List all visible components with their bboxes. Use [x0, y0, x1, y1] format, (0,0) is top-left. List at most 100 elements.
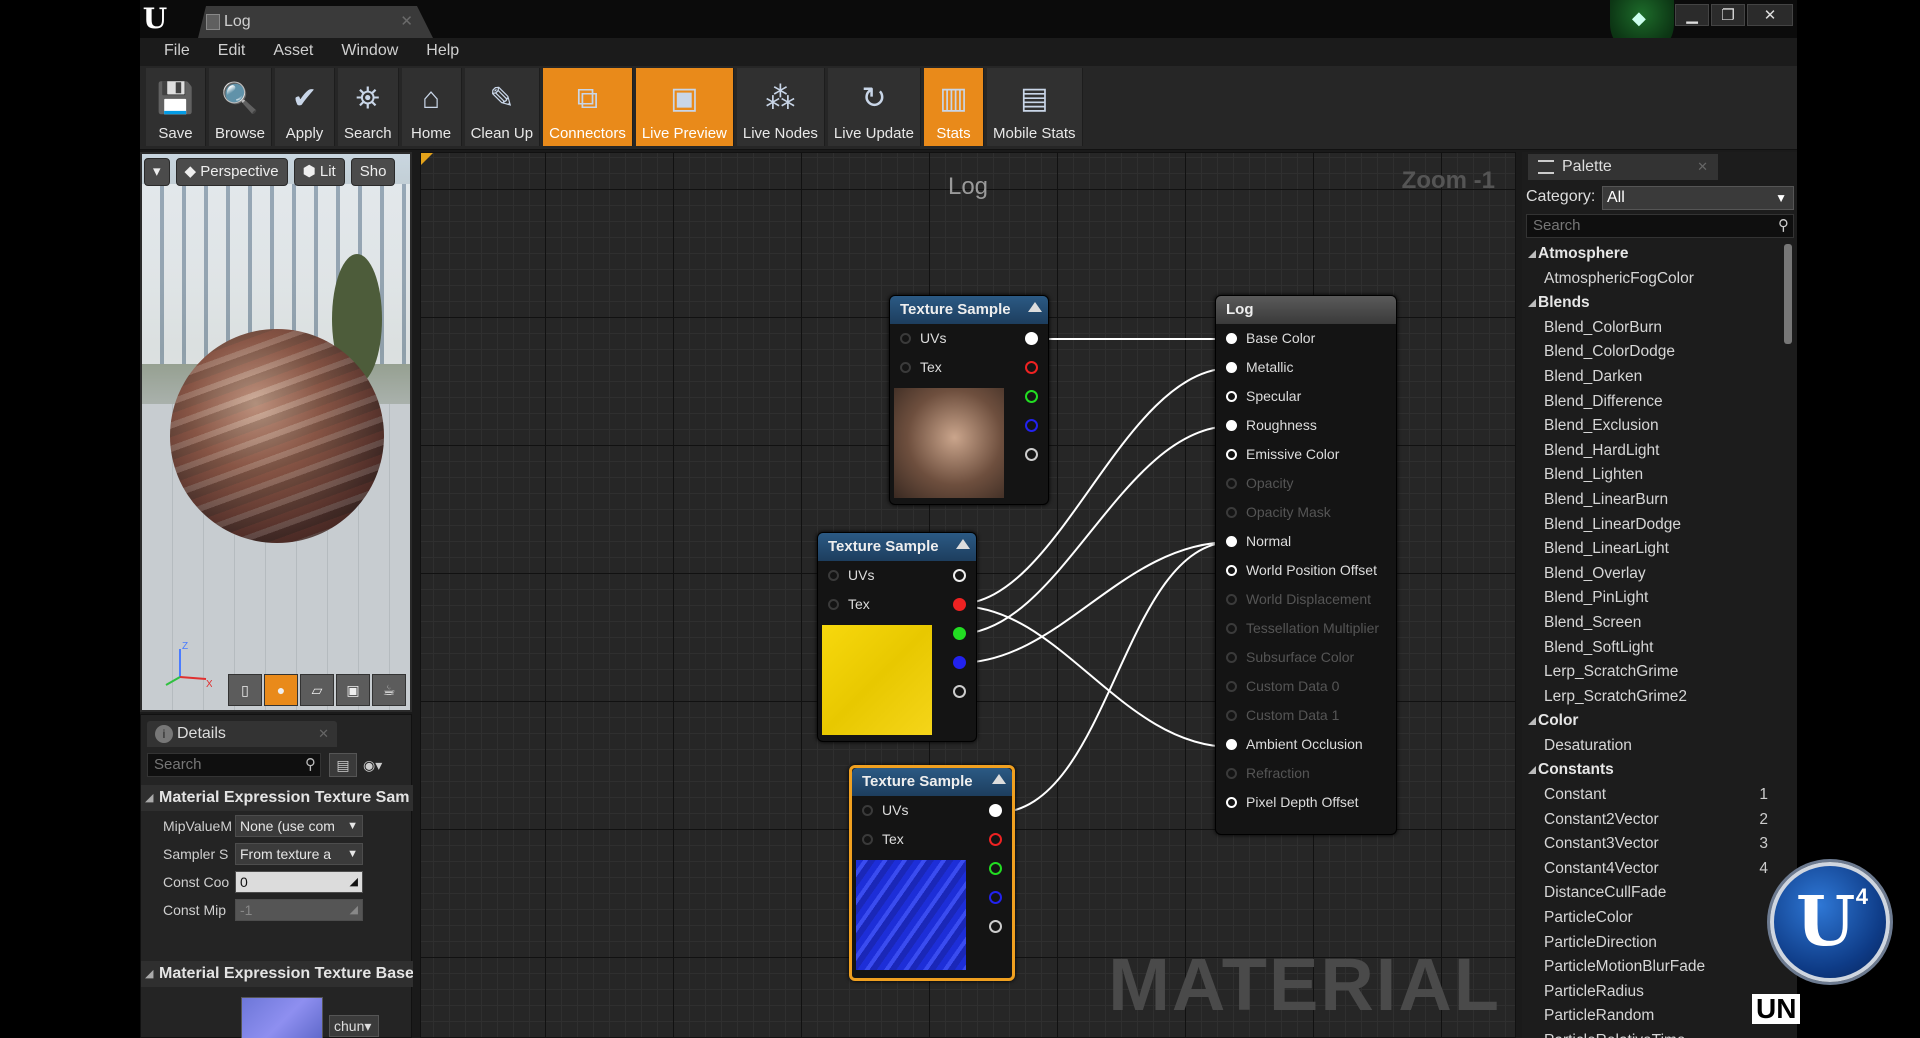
- palette-item[interactable]: Blend_Screen: [1526, 611, 1778, 636]
- palette-item[interactable]: AtmosphericFogColor: [1526, 267, 1778, 292]
- palette-item[interactable]: Constant3Vector 3: [1526, 832, 1778, 857]
- palette-item[interactable]: Blend_SoftLight: [1526, 636, 1778, 661]
- sampler-source-dropdown[interactable]: From texture a ▼: [235, 843, 363, 865]
- input-pin-uvs[interactable]: UVs: [890, 324, 1048, 353]
- input-pin-uvs[interactable]: UVs: [818, 561, 976, 590]
- output-a-pin[interactable]: [1025, 448, 1038, 461]
- texture-thumbnail[interactable]: [241, 997, 323, 1038]
- output-b-pin[interactable]: [1025, 419, 1038, 432]
- palette-item[interactable]: Blend_HardLight: [1526, 439, 1778, 464]
- palette-category[interactable]: Blends: [1526, 291, 1778, 316]
- palette-item[interactable]: Lerp_ScratchGrime: [1526, 660, 1778, 685]
- texture-sample-node-selected[interactable]: Texture Sample UVs Tex: [849, 765, 1015, 981]
- menu-edit[interactable]: Edit: [204, 38, 260, 66]
- output-r-pin[interactable]: [953, 598, 966, 611]
- result-input-metallic[interactable]: Metallic: [1216, 353, 1396, 382]
- toolbar-apply-button[interactable]: ✔ Apply: [275, 68, 336, 146]
- result-input-normal[interactable]: Normal: [1216, 527, 1396, 556]
- section-header-texture-sample[interactable]: ◢ Material Expression Texture Sam: [141, 785, 413, 811]
- palette-item[interactable]: Blend_LinearDodge: [1526, 513, 1778, 538]
- palette-category[interactable]: Atmosphere: [1526, 242, 1778, 267]
- input-pin-tex[interactable]: Tex: [818, 590, 976, 619]
- output-r-pin[interactable]: [1025, 361, 1038, 374]
- result-input-base-color[interactable]: Base Color: [1216, 324, 1396, 353]
- palette-item[interactable]: ParticleRelativeTime: [1526, 1029, 1778, 1038]
- toolbar-clean-up-button[interactable]: ✎ Clean Up: [464, 68, 541, 146]
- palette-item[interactable]: DistanceCullFade: [1526, 881, 1778, 906]
- palette-item[interactable]: ParticleDirection: [1526, 931, 1778, 956]
- cube-preview-button[interactable]: ▣: [336, 674, 370, 706]
- input-pin-tex[interactable]: Tex: [890, 353, 1048, 382]
- palette-item[interactable]: Blend_Exclusion: [1526, 414, 1778, 439]
- input-pin-uvs[interactable]: UVs: [852, 796, 1012, 825]
- output-g-pin[interactable]: [989, 862, 1002, 875]
- result-input-emissive-color[interactable]: Emissive Color: [1216, 440, 1396, 469]
- result-input-pixel-depth-offset[interactable]: Pixel Depth Offset: [1216, 788, 1396, 817]
- palette-item[interactable]: Constant2Vector 2: [1526, 808, 1778, 833]
- material-result-node[interactable]: Log Base Color Metallic Specular Roughness E…: [1215, 295, 1397, 835]
- mip-value-mode-dropdown[interactable]: None (use com ▼: [235, 815, 363, 837]
- view-options-eye-icon[interactable]: ◉▾: [363, 753, 403, 777]
- toolbar-mobile-stats-button[interactable]: ▤ Mobile Stats: [986, 68, 1083, 146]
- output-r-pin[interactable]: [989, 833, 1002, 846]
- menu-file[interactable]: File: [150, 38, 204, 66]
- toolbar-live-nodes-button[interactable]: ⁂ Live Nodes: [736, 68, 825, 146]
- minimize-button[interactable]: ▁: [1675, 4, 1709, 26]
- show-button[interactable]: Sho: [350, 158, 396, 186]
- material-preview-viewport[interactable]: ▾ ◆ Perspective ⬢ Lit Sho Z X ▯ ● ▱ ▣ ☕: [140, 152, 412, 712]
- result-input-specular[interactable]: Specular: [1216, 382, 1396, 411]
- palette-scrollbar[interactable]: [1784, 244, 1792, 344]
- palette-item[interactable]: ParticleMotionBlurFade: [1526, 955, 1778, 980]
- texture-sample-node[interactable]: Texture Sample UVs Tex: [889, 295, 1049, 505]
- palette-item[interactable]: Desaturation: [1526, 734, 1778, 759]
- cylinder-preview-button[interactable]: ▯: [228, 674, 262, 706]
- toolbar-search-button[interactable]: ⛯ Search: [338, 68, 399, 146]
- viewport-options-dropdown[interactable]: ▾: [144, 158, 170, 186]
- output-rgb-pin[interactable]: [1025, 332, 1038, 345]
- plane-preview-button[interactable]: ▱: [300, 674, 334, 706]
- collapse-node-icon[interactable]: [956, 539, 970, 549]
- sphere-preview-button[interactable]: ●: [264, 674, 298, 706]
- palette-item[interactable]: Blend_ColorBurn: [1526, 316, 1778, 341]
- toolbar-stats-button[interactable]: ▥ Stats: [923, 68, 984, 146]
- teapot-preview-button[interactable]: ☕: [372, 674, 406, 706]
- input-pin-tex[interactable]: Tex: [852, 825, 1012, 854]
- toolbar-browse-button[interactable]: 🔍 Browse: [209, 68, 273, 146]
- palette-item[interactable]: Blend_Lighten: [1526, 463, 1778, 488]
- output-rgb-pin[interactable]: [989, 804, 1002, 817]
- texture-sample-node[interactable]: Texture Sample UVs Tex: [817, 532, 977, 742]
- material-graph-canvas[interactable]: Log Zoom -1 MATERIAL Texture Sample UVs …: [420, 152, 1516, 1038]
- output-a-pin[interactable]: [953, 685, 966, 698]
- document-tab[interactable]: Log ✕: [198, 6, 433, 38]
- result-input-roughness[interactable]: Roughness: [1216, 411, 1396, 440]
- output-rgb-pin[interactable]: [953, 569, 966, 582]
- details-search-input[interactable]: Search ⚲: [147, 753, 321, 777]
- maximize-button[interactable]: ❐: [1711, 4, 1745, 26]
- palette-item[interactable]: Lerp_ScratchGrime2: [1526, 685, 1778, 710]
- texture-options-dropdown[interactable]: chun▾: [329, 1015, 379, 1037]
- collapse-node-icon[interactable]: [1028, 302, 1042, 312]
- palette-item[interactable]: Blend_Overlay: [1526, 562, 1778, 587]
- output-b-pin[interactable]: [989, 891, 1002, 904]
- palette-item[interactable]: ParticleRandom: [1526, 1004, 1778, 1029]
- output-a-pin[interactable]: [989, 920, 1002, 933]
- collapse-node-icon[interactable]: [992, 774, 1006, 784]
- details-tab[interactable]: i Details ✕: [147, 721, 337, 747]
- toolbar-save-button[interactable]: 💾 Save: [146, 68, 206, 146]
- palette-item[interactable]: Constant4Vector 4: [1526, 857, 1778, 882]
- palette-item[interactable]: Blend_Darken: [1526, 365, 1778, 390]
- result-input-ambient-occlusion[interactable]: Ambient Occlusion: [1216, 730, 1396, 759]
- palette-item[interactable]: Blend_PinLight: [1526, 586, 1778, 611]
- palette-category[interactable]: Constants: [1526, 758, 1778, 783]
- section-header-texture-base[interactable]: ◢ Material Expression Texture Base: [141, 961, 413, 987]
- toolbar-live-preview-button[interactable]: ▣ Live Preview: [635, 68, 734, 146]
- menu-help[interactable]: Help: [412, 38, 473, 66]
- palette-category[interactable]: Color: [1526, 709, 1778, 734]
- result-input-world-position-offset[interactable]: World Position Offset: [1216, 556, 1396, 585]
- const-coordinate-input[interactable]: 0 ◢: [235, 871, 363, 893]
- palette-item[interactable]: ParticleColor: [1526, 906, 1778, 931]
- lit-button[interactable]: ⬢ Lit: [293, 158, 345, 186]
- toolbar-home-button[interactable]: ⌂ Home: [401, 68, 462, 146]
- output-b-pin[interactable]: [953, 656, 966, 669]
- toolbar-live-update-button[interactable]: ↻ Live Update: [827, 68, 921, 146]
